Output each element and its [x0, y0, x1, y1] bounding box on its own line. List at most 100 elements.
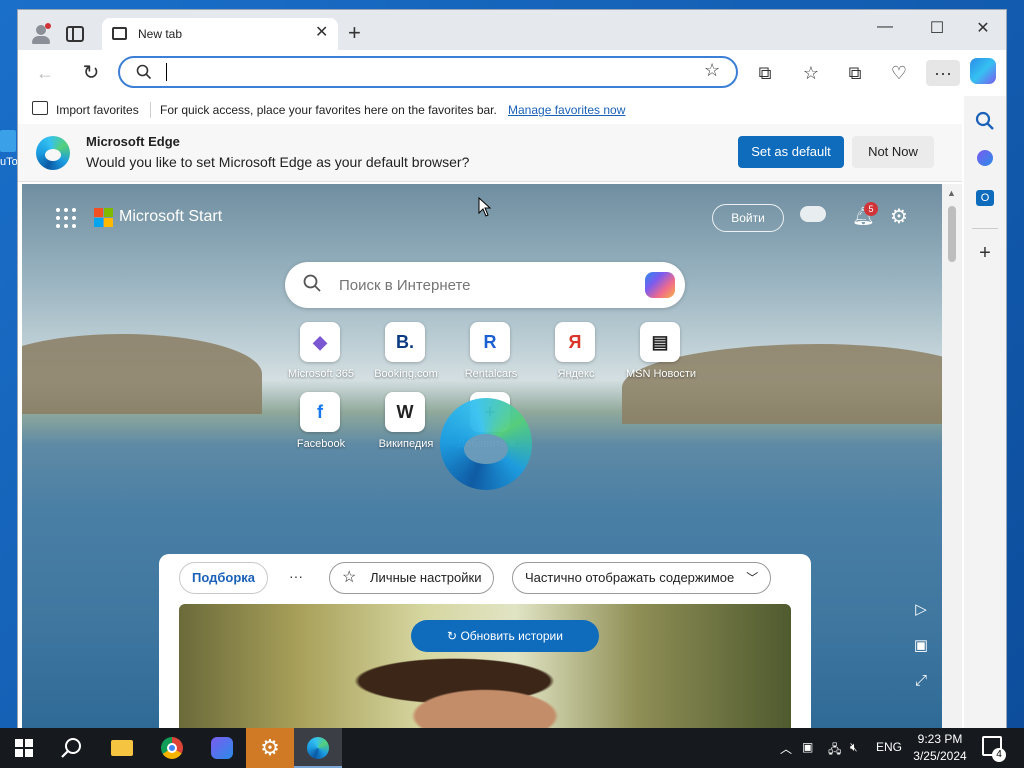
address-input[interactable] — [164, 63, 684, 81]
quick-link-icon: Я — [555, 322, 595, 362]
quick-link-tile[interactable]: B. Booking.com — [363, 322, 449, 386]
sign-in-button[interactable]: Войти — [712, 204, 784, 232]
search-button[interactable] — [48, 728, 96, 768]
not-now-button[interactable]: Not Now — [852, 136, 934, 168]
quick-link-label: Facebook — [296, 438, 346, 450]
quick-link-icon: W — [385, 392, 425, 432]
windows-logo-icon — [15, 739, 33, 757]
file-explorer-button[interactable] — [98, 728, 146, 768]
chrome-button[interactable] — [148, 728, 196, 768]
minimize-button[interactable]: — — [870, 18, 900, 36]
favorites-bar-message: For quick access, place your favorites h… — [160, 103, 497, 117]
quick-link-tile[interactable]: ◆ Microsoft 365 — [278, 322, 364, 386]
apps-grid-icon[interactable] — [56, 208, 76, 228]
toolbar: ← ↻ ☆ ⧉ ☆ ⧉ ♡ ··· — [18, 50, 1006, 96]
tab-close-icon[interactable]: ✕ — [315, 24, 328, 42]
maximize-button[interactable]: ☐ — [922, 18, 952, 38]
new-tab-button[interactable]: + — [348, 22, 361, 44]
quick-link-icon: ▤ — [640, 322, 680, 362]
search-icon[interactable] — [974, 110, 996, 132]
set-as-default-button[interactable]: Set as default — [738, 136, 844, 168]
profile-avatar-icon[interactable] — [30, 23, 52, 45]
web-search-input[interactable] — [339, 275, 629, 295]
back-icon[interactable]: ← — [32, 60, 58, 86]
search-icon — [136, 64, 152, 80]
more-options-icon[interactable]: ··· — [926, 60, 960, 86]
default-browser-infobar: Microsoft Edge Would you like to set Mic… — [18, 124, 962, 182]
split-screen-icon[interactable]: ⧉ — [752, 60, 778, 86]
scroll-up-icon[interactable]: ▲ — [947, 188, 956, 198]
manage-favorites-link[interactable]: Manage favorites now — [508, 103, 625, 117]
add-icon[interactable]: + — [974, 242, 996, 264]
title-bar: New tab ✕ + — ☐ ✕ — [18, 10, 1006, 50]
microsoft-365-icon[interactable] — [977, 150, 993, 166]
quick-link-tile[interactable]: W Википедия — [363, 392, 449, 456]
outlook-icon[interactable]: O — [976, 190, 994, 206]
reload-icon[interactable]: ↻ — [78, 60, 104, 86]
quick-link-tile[interactable]: f Facebook — [278, 392, 364, 456]
page-scrollbar[interactable]: ▲ — [942, 184, 962, 728]
quick-link-tile[interactable]: Я Яндекс — [533, 322, 619, 386]
divider — [150, 102, 151, 118]
quick-link-label: Microsoft 365 — [287, 368, 355, 380]
refresh-stories-button[interactable]: ↻ Обновить истории — [411, 620, 599, 652]
quick-link-tile[interactable]: ▤ MSN Новости — [618, 322, 704, 386]
background-image-icon[interactable]: ▣ — [910, 636, 932, 658]
settings-gear-icon[interactable]: ⚙ — [890, 204, 908, 229]
tab-selection[interactable]: Подборка — [179, 562, 269, 594]
quick-link-label: Яндекс — [557, 368, 595, 380]
play-icon[interactable]: ▷ — [910, 600, 932, 622]
start-button[interactable] — [0, 728, 48, 768]
network-icon[interactable]: 🖧︎ — [828, 740, 841, 761]
scrollbar-thumb[interactable] — [948, 206, 956, 262]
volume-muted-icon[interactable]: 🔇︎ — [850, 740, 858, 755]
quick-link-label: Rentalcars — [464, 368, 518, 380]
edge-taskbar-button[interactable] — [294, 728, 342, 768]
search-icon — [303, 274, 321, 292]
infobar-title: Microsoft Edge — [86, 134, 180, 149]
visual-studio-button[interactable] — [198, 728, 246, 768]
browser-essentials-icon[interactable]: ♡ — [886, 60, 912, 86]
clock-time: 9:23 PM — [917, 732, 963, 746]
expand-icon[interactable]: ⤢ — [910, 672, 932, 694]
web-search-box[interactable] — [285, 262, 685, 308]
security-icon[interactable]: ▣ — [802, 740, 813, 754]
favorites-icon[interactable]: ☆ — [798, 60, 824, 86]
tab-actions-icon[interactable] — [66, 26, 84, 42]
browser-window: New tab ✕ + — ☐ ✕ ← ↻ ☆ ⧉ ☆ ⧉ ♡ ··· Impo… — [18, 10, 1006, 728]
edge-sidebar: O + — [964, 96, 1006, 728]
language-indicator[interactable]: ENG — [876, 740, 902, 754]
show-hidden-icons-icon[interactable]: ︿ — [780, 740, 792, 757]
background-hill — [22, 334, 262, 414]
address-bar[interactable]: ☆ — [118, 56, 738, 88]
weather-cloud-icon[interactable] — [800, 206, 826, 222]
feed-hero-image[interactable]: ↻ Обновить истории — [179, 604, 791, 728]
microsoft-logo-icon — [94, 208, 114, 228]
edge-logo-icon — [440, 398, 532, 490]
favorite-star-icon[interactable]: ☆ — [704, 60, 720, 81]
personalize-label: Личные настройки — [370, 570, 482, 585]
chevron-down-icon: ﹀ — [746, 571, 759, 585]
copilot-icon[interactable] — [645, 272, 675, 298]
personalize-button[interactable]: ☆ Личные настройки — [329, 562, 495, 594]
clock[interactable]: 9:23 PM 3/25/2024 — [908, 731, 972, 765]
quick-link-icon: B. — [385, 322, 425, 362]
feed-more-icon[interactable]: ··· — [289, 568, 303, 584]
quick-link-icon: f — [300, 392, 340, 432]
app-icon — [211, 737, 233, 759]
notification-badge: 5 — [864, 202, 878, 216]
quick-link-tile[interactable]: R Rentalcars — [448, 322, 534, 386]
settings-app-button[interactable]: ⚙ — [246, 728, 294, 768]
desktop-shortcut[interactable]: uTo — [0, 128, 18, 176]
new-tab-page: Microsoft Start Войти 🔔︎ 5 ⚙ ◆Microsoft … — [22, 184, 942, 728]
copilot-icon[interactable] — [970, 58, 996, 84]
refresh-stories-label: Обновить истории — [460, 629, 563, 643]
tab-new-tab[interactable]: New tab ✕ — [102, 18, 338, 50]
quick-link-icon: R — [470, 322, 510, 362]
close-button[interactable]: ✕ — [968, 18, 998, 38]
import-favorites-button[interactable]: Import favorites — [56, 103, 139, 117]
sparkle-star-icon: ☆ — [342, 569, 357, 586]
content-visibility-dropdown[interactable]: Частично отображать содержимое ﹀ — [512, 562, 772, 594]
collections-icon[interactable]: ⧉ — [842, 60, 868, 86]
content-visibility-label: Частично отображать содержимое — [525, 570, 735, 585]
